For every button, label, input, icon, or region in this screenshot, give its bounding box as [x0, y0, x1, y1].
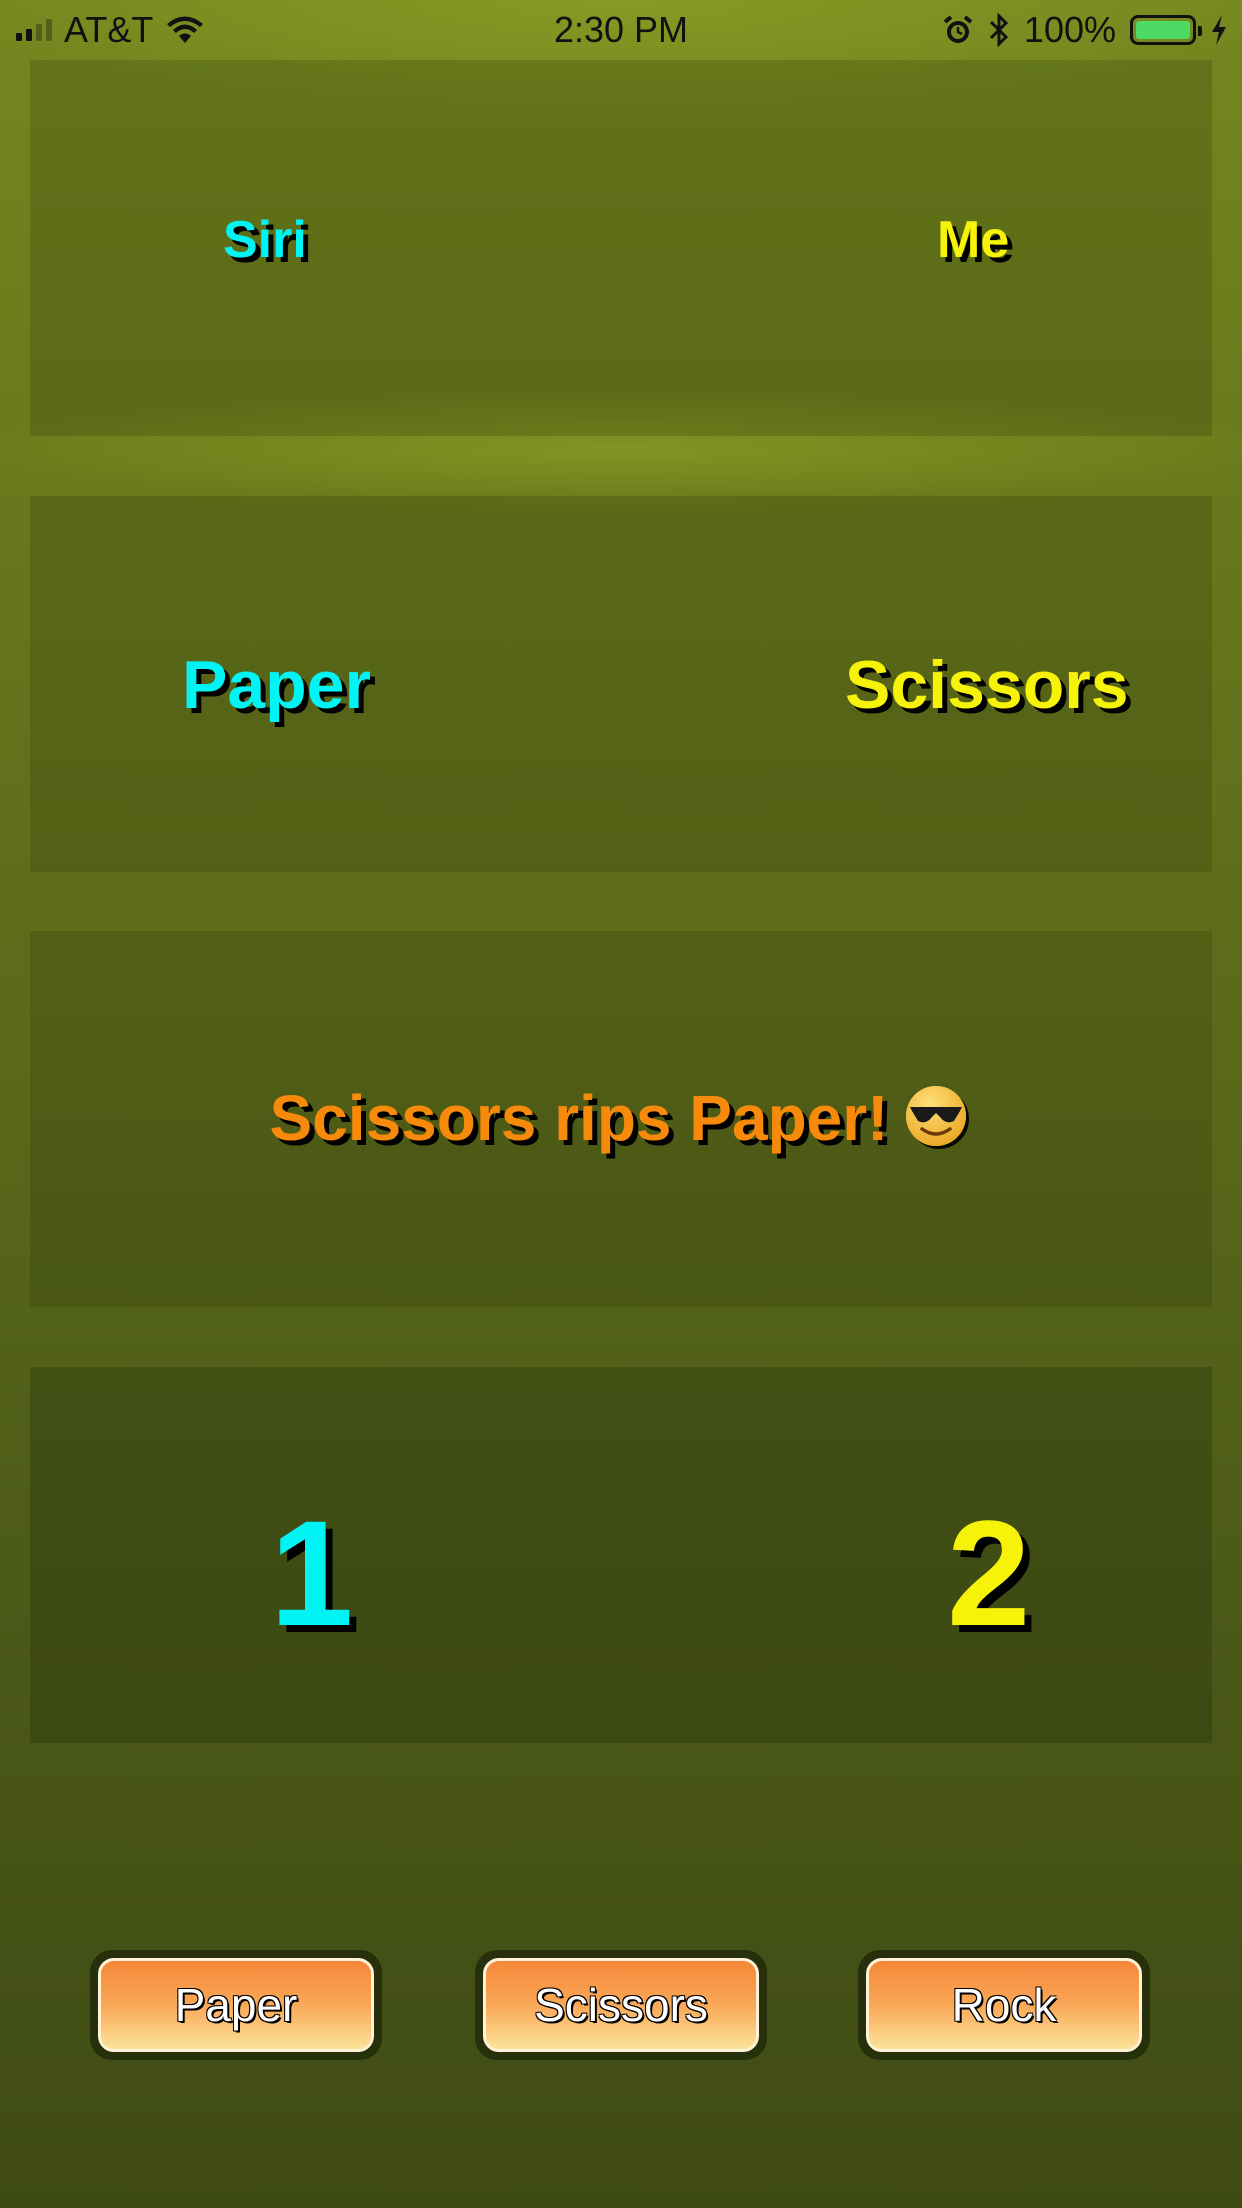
status-bar: AT&T 2:30 PM 100% — [0, 0, 1242, 60]
siri-choice: Paper — [182, 647, 371, 723]
paper-button[interactable]: Paper — [98, 1958, 374, 2052]
result-panel: Scissors rips Paper! — [30, 931, 1212, 1307]
siri-label: Siri — [223, 211, 307, 269]
scissors-button-frame: Scissors — [475, 1950, 767, 2060]
alarm-icon — [943, 15, 973, 43]
rock-button-frame: Rock — [858, 1950, 1150, 2060]
scissors-button[interactable]: Scissors — [483, 1958, 759, 2052]
bluetooth-icon — [989, 13, 1009, 47]
smiling-face-with-sunglasses-icon — [906, 1086, 970, 1150]
battery-percent: 100% — [1023, 9, 1116, 50]
siri-score: 1 — [270, 1489, 354, 1657]
result-message: Scissors rips Paper! — [269, 1082, 889, 1154]
my-choice: Scissors — [845, 647, 1129, 723]
players-panel: Siri Me — [30, 60, 1212, 436]
rock-button[interactable]: Rock — [866, 1958, 1142, 2052]
choices-panel: Paper Scissors — [30, 496, 1212, 872]
me-label: Me — [937, 211, 1010, 269]
scores-panel: 1 2 — [30, 1367, 1212, 1743]
status-right: 100% — [942, 8, 1228, 52]
battery-icon — [1130, 15, 1202, 45]
battery-level — [1136, 21, 1190, 39]
paper-button-frame: Paper — [90, 1950, 382, 2060]
my-score: 2 — [947, 1489, 1031, 1657]
charging-bolt-icon — [1212, 15, 1226, 45]
result-line: Scissors rips Paper! — [30, 1081, 1212, 1155]
